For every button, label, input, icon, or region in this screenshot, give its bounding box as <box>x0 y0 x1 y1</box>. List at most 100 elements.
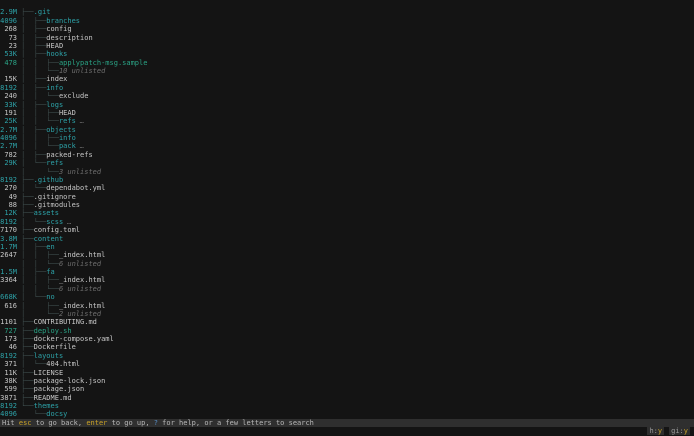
tree-row[interactable]: 2.9M├──.git <box>0 8 694 16</box>
file-size: 11K <box>0 369 17 377</box>
file-name[interactable]: applypatch-msg.sample <box>59 59 148 67</box>
tree-row[interactable]: 727├──deploy.sh <box>0 327 694 335</box>
tree-row[interactable]: 478│ │ ├──applypatch-msg.sample <box>0 59 694 67</box>
tree-row[interactable]: 173├──docker-compose.yaml <box>0 335 694 343</box>
directory-name[interactable]: refs <box>59 117 76 125</box>
search-input[interactable]: h:ygi:y <box>0 427 694 435</box>
directory-name[interactable]: content <box>34 235 64 243</box>
directory-name[interactable]: .git <box>34 8 51 16</box>
tree-row[interactable]: 23│ ├──HEAD <box>0 42 694 50</box>
tree-row[interactable]: │ │ └──10 unlisted <box>0 67 694 75</box>
file-name[interactable]: description <box>46 34 92 42</box>
tree-row[interactable]: 46├──Dockerfile <box>0 343 694 351</box>
directory-name[interactable]: objects <box>46 126 76 134</box>
file-name[interactable]: config <box>46 25 71 33</box>
file-name[interactable]: docker-compose.yaml <box>34 335 114 343</box>
directory-name[interactable]: en <box>46 243 54 251</box>
file-name[interactable]: HEAD <box>46 42 63 50</box>
file-name[interactable]: index <box>46 75 67 83</box>
tree-row[interactable]: 49├──.gitignore <box>0 193 694 201</box>
tree-row[interactable]: │ │ └──6 unlisted <box>0 285 694 293</box>
file-name[interactable]: README.md <box>34 394 72 402</box>
tree-row[interactable]: 668K│ └──no <box>0 293 694 301</box>
directory-name[interactable]: scss <box>46 218 63 226</box>
tree-row[interactable]: 8192├──.github <box>0 176 694 184</box>
tree-row[interactable]: │ └──3 unlisted <box>0 168 694 176</box>
tree-row[interactable]: 4096 └──docsy <box>0 410 694 418</box>
tree-row[interactable]: 8192│ └──scss … <box>0 218 694 226</box>
file-name[interactable]: CONTRIBUTING.md <box>34 318 97 326</box>
tree-branch: │ │ └── <box>21 67 59 75</box>
tree-row[interactable]: 268│ ├──config <box>0 25 694 33</box>
tree-row[interactable]: 1.5M│ ├──fa <box>0 268 694 276</box>
tree-row[interactable]: 599├──package.json <box>0 385 694 393</box>
tree-row[interactable]: 15K│ ├──index <box>0 75 694 83</box>
tree-row[interactable]: 88├──.gitmodules <box>0 201 694 209</box>
file-name[interactable]: _index.html <box>59 276 105 284</box>
tree-row[interactable]: 371│ └──404.html <box>0 360 694 368</box>
tree-row[interactable]: 2647│ │ ├──_index.html <box>0 251 694 259</box>
directory-name[interactable]: themes <box>34 402 59 410</box>
tree-row[interactable]: 29K│ └──refs <box>0 159 694 167</box>
tree-row[interactable]: │ └──2 unlisted <box>0 310 694 318</box>
tree-row[interactable]: 4096│ ├──branches <box>0 17 694 25</box>
tree-row[interactable]: 240│ │ └──exclude <box>0 92 694 100</box>
tree-row[interactable]: 53K│ ├──hooks <box>0 50 694 58</box>
file-name[interactable]: package.json <box>34 385 85 393</box>
directory-name[interactable]: hooks <box>46 50 67 58</box>
directory-name[interactable]: no <box>46 293 54 301</box>
file-name[interactable]: dependabot.yml <box>46 184 105 192</box>
tree-row[interactable]: 3.8M├──content <box>0 235 694 243</box>
tree-row[interactable]: 73│ ├──description <box>0 34 694 42</box>
tree-row[interactable]: 782│ ├──packed-refs <box>0 151 694 159</box>
file-name[interactable]: exclude <box>59 92 89 100</box>
file-name[interactable]: HEAD <box>59 109 76 117</box>
directory-name[interactable]: pack <box>59 142 76 150</box>
directory-name[interactable]: info <box>46 84 63 92</box>
tree-branch: │ │ └── <box>21 117 59 125</box>
file-name[interactable]: deploy.sh <box>34 327 72 335</box>
directory-name[interactable]: logs <box>46 101 63 109</box>
file-name[interactable]: LICENSE <box>34 369 64 377</box>
directory-name[interactable]: branches <box>46 17 80 25</box>
file-size: 29K <box>0 159 17 167</box>
tree-row[interactable]: 8192│ ├──info <box>0 84 694 92</box>
tree-row[interactable]: 191│ │ ├──HEAD <box>0 109 694 117</box>
directory-name[interactable]: assets <box>34 209 59 217</box>
directory-name[interactable]: refs <box>46 159 63 167</box>
file-name[interactable]: _index.html <box>59 251 105 259</box>
file-name[interactable]: config.toml <box>34 226 80 234</box>
directory-name[interactable]: fa <box>46 268 54 276</box>
file-name[interactable]: packed-refs <box>46 151 92 159</box>
tree-row[interactable]: 11K ├──LICENSE <box>0 369 694 377</box>
directory-name[interactable]: .github <box>34 176 64 184</box>
file-name[interactable]: package-lock.json <box>34 377 106 385</box>
file-name[interactable]: .gitmodules <box>34 201 80 209</box>
tree-row[interactable]: 1.7M│ ├──en <box>0 243 694 251</box>
tree-row[interactable]: 1101├──CONTRIBUTING.md <box>0 318 694 326</box>
root-row[interactable]: 6.8M/home/example-user/docsy-example/dev… <box>0 0 694 8</box>
file-name[interactable]: 404.html <box>46 360 80 368</box>
tree-row[interactable]: │ │ └──6 unlisted <box>0 260 694 268</box>
tree-row[interactable]: 3364│ │ ├──_index.html <box>0 276 694 284</box>
file-name[interactable]: .gitignore <box>34 193 76 201</box>
tree-row[interactable]: 8192├──layouts <box>0 352 694 360</box>
file-name[interactable]: Dockerfile <box>34 343 76 351</box>
tree-row[interactable]: 270│ └──dependabot.yml <box>0 184 694 192</box>
tree-row[interactable]: 2.7M│ │ └──pack … <box>0 142 694 150</box>
directory-name[interactable]: docsy <box>46 410 67 418</box>
tree-row[interactable]: 4096│ │ ├──info <box>0 134 694 142</box>
file-name[interactable]: _index.html <box>59 302 105 310</box>
tree-row[interactable]: 12K├──assets <box>0 209 694 217</box>
tree-row[interactable]: 25K│ │ └──refs … <box>0 117 694 125</box>
tree-row[interactable]: 2.7M│ ├──objects <box>0 126 694 134</box>
directory-name[interactable]: layouts <box>34 352 64 360</box>
tree-row[interactable]: 38K├──package-lock.json <box>0 377 694 385</box>
directory-name[interactable]: info <box>59 134 76 142</box>
tree-row[interactable]: 3871├──README.md <box>0 394 694 402</box>
tree-branch: ├── <box>21 369 34 377</box>
tree-row[interactable]: 616│ ├──_index.html <box>0 302 694 310</box>
tree-row[interactable]: 33K│ ├──logs <box>0 101 694 109</box>
tree-row[interactable]: 8192└──themes <box>0 402 694 410</box>
tree-row[interactable]: 7170├──config.toml <box>0 226 694 234</box>
